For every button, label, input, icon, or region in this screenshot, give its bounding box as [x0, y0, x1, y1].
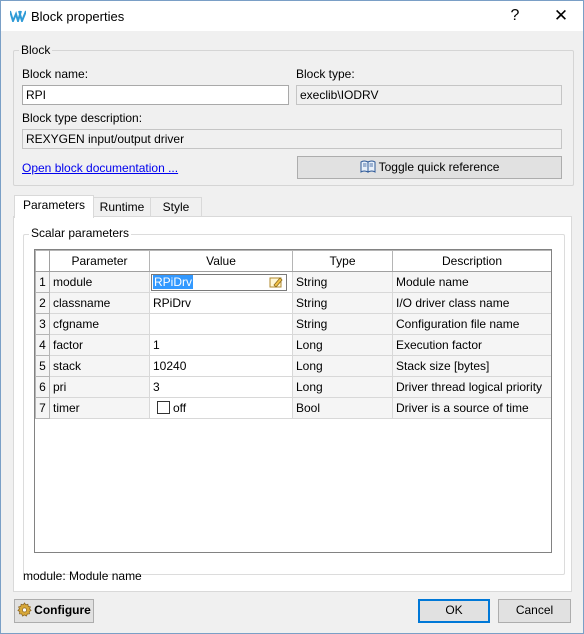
timer-value-label: off	[173, 401, 187, 415]
close-button[interactable]: ✕	[549, 5, 573, 27]
app-logo-icon	[10, 10, 26, 22]
title-bar[interactable]: Block properties ? ✕	[1, 1, 583, 31]
parameters-grid-frame: Parameter Value Type Description 1 modul…	[34, 249, 552, 553]
value-cell[interactable]	[149, 313, 293, 335]
table-row[interactable]: 5 stack 10240 Long Stack size [bytes]	[35, 355, 551, 377]
description-cell: Driver thread logical priority	[392, 376, 551, 398]
toggle-quick-reference-button[interactable]: Toggle quick reference	[297, 156, 562, 179]
tab-runtime-label: Runtime	[99, 200, 145, 214]
table-row[interactable]: 3 cfgname String Configuration file name	[35, 313, 551, 335]
column-header-description[interactable]: Description	[392, 250, 551, 272]
table-header-row: Parameter Value Type Description	[35, 250, 551, 272]
block-name-field[interactable]: RPI	[22, 85, 289, 105]
help-button[interactable]: ?	[503, 5, 527, 27]
value-cell[interactable]: off	[149, 397, 293, 419]
parameters-tab-panel: Scalar parameters Parameter Value Type D…	[13, 216, 572, 592]
description-cell: Stack size [bytes]	[392, 355, 551, 377]
value-cell[interactable]: 10240	[149, 355, 293, 377]
type-cell: String	[292, 313, 393, 335]
block-group-title: Block	[19, 43, 53, 57]
book-icon	[360, 160, 376, 173]
cancel-button[interactable]: Cancel	[498, 599, 571, 623]
parameter-name-cell: cfgname	[49, 313, 150, 335]
tab-style-label: Style	[162, 200, 190, 214]
edit-pencil-icon[interactable]	[269, 276, 283, 288]
description-cell: Driver is a source of time	[392, 397, 551, 419]
description-cell: I/O driver class name	[392, 292, 551, 314]
window-title: Block properties	[31, 9, 125, 24]
configure-button[interactable]: Configure	[14, 599, 94, 623]
column-header-parameter[interactable]: Parameter	[49, 250, 150, 272]
description-cell: Configuration file name	[392, 313, 551, 335]
parameter-name-cell: classname	[49, 292, 150, 314]
value-edit-input[interactable]: RPiDrv	[151, 273, 287, 291]
row-number[interactable]: 3	[35, 313, 50, 335]
block-type-description-label: Block type description:	[22, 111, 143, 125]
row-number[interactable]: 4	[35, 334, 50, 356]
parameter-name-cell: timer	[49, 397, 150, 419]
open-documentation-link[interactable]: Open block documentation ...	[22, 161, 178, 175]
tab-parameters-label: Parameters	[22, 198, 86, 212]
row-number[interactable]: 2	[35, 292, 50, 314]
description-cell: Execution factor	[392, 334, 551, 356]
table-corner	[35, 250, 50, 272]
table-row[interactable]: 1 module RPiDrv String Module name	[35, 271, 551, 293]
block-type-field: execlib\IODRV	[296, 85, 562, 105]
parameter-name-cell: pri	[49, 376, 150, 398]
type-cell: Long	[292, 334, 393, 356]
value-cell[interactable]: RPiDrv	[149, 292, 293, 314]
block-name-label: Block name:	[22, 67, 89, 81]
block-type-description-field: REXYGEN input/output driver	[22, 129, 562, 149]
table-row[interactable]: 4 factor 1 Long Execution factor	[35, 334, 551, 356]
ok-button[interactable]: OK	[418, 599, 490, 623]
parameter-name-cell: stack	[49, 355, 150, 377]
scalar-parameters-title: Scalar parameters	[29, 226, 132, 240]
table-row[interactable]: 7 timer off Bool Driver is a source of t…	[35, 397, 551, 419]
type-cell: Long	[292, 376, 393, 398]
type-cell: Long	[292, 355, 393, 377]
description-cell: Module name	[392, 271, 551, 293]
dialog-window: Block properties ? ✕ Block Block name: R…	[0, 0, 584, 634]
tab-parameters[interactable]: Parameters	[14, 195, 94, 218]
parameter-name-cell: factor	[49, 334, 150, 356]
row-number[interactable]: 7	[35, 397, 50, 419]
configure-button-label: Configure	[34, 603, 91, 617]
timer-checkbox[interactable]	[157, 401, 170, 414]
parameter-name-cell: module	[49, 271, 150, 293]
parameters-table: Parameter Value Type Description 1 modul…	[35, 250, 551, 419]
table-row[interactable]: 6 pri 3 Long Driver thread logical prior…	[35, 376, 551, 398]
value-cell[interactable]: 3	[149, 376, 293, 398]
value-cell[interactable]: RPiDrv	[149, 271, 293, 293]
row-number[interactable]: 1	[35, 271, 50, 293]
table-row[interactable]: 2 classname RPiDrv String I/O driver cla…	[35, 292, 551, 314]
selected-text: RPiDrv	[153, 274, 193, 289]
block-type-label: Block type:	[296, 67, 355, 81]
gear-icon	[17, 602, 32, 617]
column-header-type[interactable]: Type	[292, 250, 393, 272]
type-cell: String	[292, 292, 393, 314]
type-cell: String	[292, 271, 393, 293]
value-cell[interactable]: 1	[149, 334, 293, 356]
status-text: module: Module name	[23, 569, 142, 583]
type-cell: Bool	[292, 397, 393, 419]
tab-runtime[interactable]: Runtime	[93, 197, 151, 218]
row-number[interactable]: 5	[35, 355, 50, 377]
toggle-quick-reference-label: Toggle quick reference	[378, 160, 500, 174]
column-header-value[interactable]: Value	[149, 250, 293, 272]
tab-style[interactable]: Style	[150, 197, 202, 218]
row-number[interactable]: 6	[35, 376, 50, 398]
